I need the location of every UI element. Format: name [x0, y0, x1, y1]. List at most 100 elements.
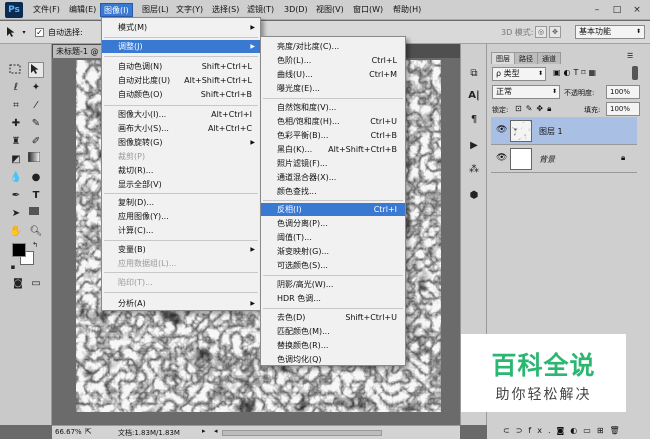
image-menu-item[interactable]: 变量(B) ▶ — [102, 243, 260, 256]
lock-icons[interactable]: ⊡✎✥🔒︎ — [515, 104, 555, 114]
rectangle-tool-icon[interactable] — [28, 206, 44, 222]
zoom-tool-icon[interactable]: 🔍︎ — [28, 224, 44, 240]
adjust-menu-item[interactable]: 匹配颜色(M)... — [261, 325, 405, 338]
mask-icon[interactable]: ◙ — [557, 426, 571, 435]
crop-tool-icon[interactable]: ⌗ — [8, 98, 24, 114]
delete-layer-icon[interactable]: 🗑︎ — [610, 426, 626, 435]
lasso-tool-icon[interactable]: ℓ — [8, 80, 24, 96]
hand-tool-icon[interactable]: ✋ — [8, 224, 24, 240]
tool-preset-arrow-icon[interactable]: ▾ — [20, 28, 28, 36]
move-tool-icon[interactable] — [4, 25, 18, 39]
status-share-icon[interactable]: ⇱ — [85, 427, 92, 436]
menu-select[interactable]: 选择(S) — [209, 3, 242, 17]
paragraph-panel-icon[interactable]: ¶ — [466, 112, 482, 128]
adjust-menu-item[interactable]: 色调均化(Q) — [261, 353, 405, 366]
minimize-button[interactable]: – — [590, 4, 604, 16]
image-menu-item[interactable]: 图像旋转(G) ▶ — [102, 136, 260, 149]
brush-tool-icon[interactable]: ✎ — [28, 116, 44, 132]
adjustment-layer-icon[interactable]: ◐ — [570, 426, 583, 435]
group-icon[interactable]: ▭ — [583, 426, 597, 435]
menu-filter[interactable]: 滤镜(T) — [244, 3, 277, 17]
menu-edit[interactable]: 编辑(E) — [66, 3, 99, 17]
maximize-button[interactable]: □ — [610, 4, 624, 16]
panel-menu-icon[interactable]: ☰ — [627, 52, 633, 60]
image-menu-item[interactable]: 计算(C)... — [102, 224, 260, 237]
visibility-eye-icon[interactable]: 👁︎ — [496, 125, 507, 135]
image-menu-item[interactable]: 模式(M) ▶ — [102, 21, 260, 34]
link-layers-icon[interactable]: ⊂⊃ — [503, 426, 528, 435]
zoom-level[interactable]: 66.67% — [55, 428, 82, 436]
adjust-menu-item[interactable]: 亮度/对比度(C)... — [261, 40, 405, 53]
type-tool-icon[interactable]: T — [28, 188, 44, 204]
adjust-menu-item[interactable]: 色相/饱和度(H)... Ctrl+U — [261, 115, 405, 128]
close-button[interactable]: × — [630, 4, 644, 16]
menu-help[interactable]: 帮助(H) — [390, 3, 424, 17]
filter-toggle-switch[interactable] — [632, 66, 638, 80]
layer-row-layer1[interactable]: 👁︎ 图层 1 — [491, 117, 637, 145]
layer-filter-icons[interactable]: ▣◐T⌑▦ — [553, 68, 599, 77]
path-selection-tool-icon[interactable]: ➤ — [8, 206, 24, 222]
eyedropper-tool-icon[interactable]: ⁄ — [28, 98, 44, 114]
adjust-menu-item[interactable]: 去色(D) Shift+Ctrl+U — [261, 311, 405, 324]
fx-icon[interactable]: fx. — [528, 426, 556, 435]
menu-view[interactable]: 视图(V) — [313, 3, 347, 17]
brush-presets-panel-icon[interactable]: ⁂ — [466, 162, 482, 178]
adjust-menu-item[interactable]: 黑白(K)... Alt+Shift+Ctrl+B — [261, 143, 405, 156]
menu-window[interactable]: 窗口(W) — [350, 3, 386, 17]
image-menu-item[interactable]: 自动对比度(U) Alt+Shift+Ctrl+L — [102, 74, 260, 87]
blur-tool-icon[interactable]: 💧 — [8, 170, 24, 186]
layer-row-background[interactable]: 👁︎ 背景 🔒︎ — [491, 145, 637, 173]
image-menu-item[interactable]: 裁切(R)... — [102, 164, 260, 177]
healing-brush-tool-icon[interactable]: ✚ — [8, 116, 24, 132]
menu-image[interactable]: 图像(I) — [100, 3, 133, 17]
pen-tool-icon[interactable]: ✒ — [8, 188, 24, 204]
default-colors-icon[interactable]: ▪ — [8, 262, 18, 272]
adjust-menu-item[interactable]: 阴影/高光(W)... — [261, 278, 405, 291]
quick-mask-icon[interactable]: ◙ — [10, 276, 26, 292]
foreground-color-swatch-front[interactable] — [12, 243, 26, 257]
horizontal-scrollbar[interactable] — [222, 430, 382, 436]
autoselect-checkbox[interactable]: ✓ — [35, 28, 44, 37]
image-menu-item[interactable]: 自动颜色(O) Shift+Ctrl+B — [102, 88, 260, 101]
menu-file[interactable]: 文件(F) — [30, 3, 63, 17]
3d-mode-icon[interactable]: ◎ — [535, 26, 547, 38]
clone-stamp-tool-icon[interactable]: ♜ — [8, 134, 24, 150]
image-menu-item[interactable]: 复制(D)... — [102, 196, 260, 209]
move-tool-icon[interactable] — [28, 62, 44, 78]
menu-type[interactable]: 文字(Y) — [173, 3, 206, 17]
image-menu-item[interactable]: 应用图像(Y)... — [102, 210, 260, 223]
3d-panel-icon[interactable]: ⬢ — [466, 188, 482, 204]
opacity-input[interactable]: 100% — [606, 85, 640, 99]
menu-layer[interactable]: 图层(L) — [139, 3, 172, 17]
image-menu-item[interactable]: 调整(J) ▶ — [102, 40, 260, 53]
workspace-select[interactable]: 基本功能 ⬍ — [575, 25, 645, 39]
screen-mode-icon[interactable]: ▭ — [28, 276, 44, 292]
adjust-menu-item[interactable]: 曝光度(E)... — [261, 82, 405, 95]
scroll-left-icon[interactable]: ◂ — [214, 427, 218, 435]
visibility-eye-icon[interactable]: 👁︎ — [496, 153, 507, 163]
adjust-menu-item[interactable]: 可选颜色(S)... — [261, 259, 405, 272]
menu-3d[interactable]: 3D(D) — [281, 3, 311, 17]
adjust-menu-item[interactable]: 色调分离(P)... — [261, 217, 405, 230]
image-menu-item[interactable]: 显示全部(V) — [102, 178, 260, 191]
status-arrow-icon[interactable]: ▸ — [202, 427, 206, 435]
image-menu-item[interactable]: 图像大小(I)... Alt+Ctrl+I — [102, 108, 260, 121]
adjust-menu-item[interactable]: 自然饱和度(V)... — [261, 101, 405, 114]
adjust-menu-item[interactable]: 颜色查找... — [261, 185, 405, 198]
adjust-menu-item[interactable]: 反相(I) Ctrl+I — [261, 203, 405, 216]
marquee-tool-icon[interactable] — [8, 62, 24, 78]
adjust-menu-item[interactable]: 曲线(U)... Ctrl+M — [261, 68, 405, 81]
history-brush-tool-icon[interactable]: ✐ — [28, 134, 44, 150]
character-panel-icon[interactable]: A| — [466, 88, 482, 104]
eraser-tool-icon[interactable]: ◩ — [8, 152, 24, 168]
image-menu-item[interactable]: 画布大小(S)... Alt+Ctrl+C — [102, 122, 260, 135]
image-menu-item[interactable]: 自动色调(N) Shift+Ctrl+L — [102, 60, 260, 73]
adjust-menu-item[interactable]: 照片滤镜(F)... — [261, 157, 405, 170]
image-menu-item[interactable]: 分析(A) ▶ — [102, 297, 260, 310]
swap-colors-icon[interactable]: ↰ — [30, 240, 40, 250]
adjust-menu-item[interactable]: 渐变映射(G)... — [261, 245, 405, 258]
adjust-menu-item[interactable]: 色阶(L)... Ctrl+L — [261, 54, 405, 67]
tab-channels[interactable]: 通道 — [537, 52, 561, 64]
layer-filter-select[interactable]: ρ 类型 ⬍ — [492, 67, 546, 81]
dodge-tool-icon[interactable]: ● — [28, 170, 44, 186]
